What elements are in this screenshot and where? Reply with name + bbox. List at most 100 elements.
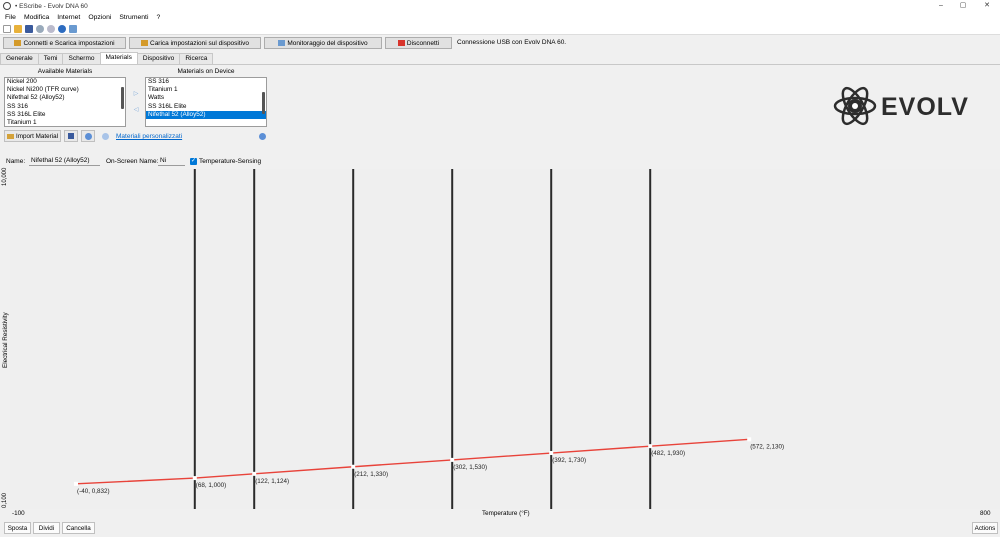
- import-material-button[interactable]: Import Material: [4, 130, 61, 142]
- list-item[interactable]: SS 316: [146, 78, 266, 86]
- app-icon: [3, 2, 11, 10]
- copy-material-button[interactable]: [98, 130, 112, 142]
- connect-icon: [14, 40, 22, 46]
- available-materials-list[interactable]: Nickel 200 Nickel Ni200 (TFR curve) Nife…: [4, 77, 126, 127]
- data-label: (68, 1,000): [196, 482, 226, 489]
- save-icon[interactable]: [25, 24, 33, 33]
- list-item[interactable]: SS 316L Elite: [5, 111, 125, 119]
- connection-status: Connessione USB con Evolv DNA 60.: [457, 39, 567, 46]
- y-axis-title: Electrical Resistivity: [2, 312, 9, 368]
- evolv-logo: EVOLV: [833, 86, 969, 126]
- folder-icon: [7, 133, 14, 139]
- disconnect-label: Disconnetti: [406, 39, 440, 47]
- menu-opzioni[interactable]: Opzioni: [88, 14, 111, 21]
- device-materials-title: Materials on Device: [177, 68, 235, 75]
- data-label: (122, 1,124): [255, 478, 289, 485]
- help-button[interactable]: [256, 130, 268, 142]
- device-monitor-button[interactable]: Monitoraggio del dispositivo: [264, 37, 382, 49]
- actions-button[interactable]: Actions: [972, 522, 998, 534]
- tab-bar: Generale Temi Schermo Materials Disposit…: [0, 52, 214, 64]
- data-label: (-40, 0,832): [77, 488, 110, 495]
- monitor-icon: [278, 40, 286, 46]
- delete-button[interactable]: Cancella: [62, 522, 95, 534]
- menu-internet[interactable]: Internet: [57, 14, 80, 21]
- data-point: [252, 471, 257, 476]
- import-material-label: Import Material: [16, 132, 58, 140]
- copy-icon: [101, 132, 109, 140]
- temperature-sensing-checkbox[interactable]: ✓: [190, 158, 197, 165]
- menu-bar: File Modifica Internet Opzioni Strumenti…: [0, 12, 1000, 23]
- split-button[interactable]: Dividi: [33, 522, 60, 534]
- list-item[interactable]: SS 316L Elite: [146, 103, 266, 111]
- toolbar: [0, 23, 1000, 35]
- remove-material-arrow[interactable]: ◁: [131, 106, 141, 115]
- redo-icon[interactable]: [47, 24, 55, 33]
- resistivity-chart[interactable]: (-40, 0,832) (68, 1,000) (122, 1,124) (212,…: [10, 169, 1000, 509]
- title-bar: • EScribe - Evolv DNA 60 – ▢ ✕: [0, 0, 1000, 12]
- add-material-arrow[interactable]: ▷: [131, 90, 141, 99]
- delete-material-button[interactable]: [81, 130, 95, 142]
- data-label: (482, 1,930): [651, 450, 685, 457]
- name-field[interactable]: Nifethal 52 (Alloy52): [29, 156, 100, 166]
- list-item[interactable]: Nickel 200: [5, 78, 125, 86]
- list-item[interactable]: Titanium 1: [5, 119, 125, 126]
- close-button[interactable]: ✕: [976, 0, 998, 12]
- tab-generale[interactable]: Generale: [0, 53, 39, 64]
- data-point: [450, 457, 455, 462]
- x-axis-title: Temperature (°F): [482, 510, 530, 517]
- minimize-button[interactable]: –: [930, 0, 952, 12]
- menu-modifica[interactable]: Modifica: [24, 14, 49, 21]
- move-button[interactable]: Sposta: [4, 522, 31, 534]
- connect-download-label: Connetti e Scarica impostazioni: [23, 39, 115, 47]
- save-material-button[interactable]: [64, 130, 78, 142]
- data-point: [351, 464, 356, 469]
- logo-text: EVOLV: [881, 93, 969, 121]
- disconnect-icon: [397, 40, 405, 46]
- data-label: (212, 1,330): [354, 471, 388, 478]
- connect-download-button[interactable]: Connetti e Scarica impostazioni: [3, 37, 126, 49]
- disconnect-button[interactable]: Disconnetti: [385, 37, 452, 49]
- delete-icon: [84, 132, 92, 140]
- name-label: Name:: [6, 158, 26, 165]
- help-icon: [258, 132, 266, 140]
- bottom-bar: Sposta Dividi Cancella Actions: [0, 520, 1000, 537]
- tab-ricerca[interactable]: Ricerca: [179, 53, 214, 64]
- device-icon[interactable]: [69, 24, 77, 33]
- scrollbar[interactable]: [262, 92, 265, 114]
- upload-icon: [141, 40, 148, 46]
- onscreen-name-field[interactable]: Ni: [158, 156, 185, 166]
- globe-icon[interactable]: [58, 24, 66, 33]
- custom-materials-link[interactable]: Materiali personalizzati: [116, 133, 182, 140]
- tab-dispositivo[interactable]: Dispositivo: [136, 53, 181, 64]
- tab-schermo[interactable]: Schermo: [62, 53, 101, 64]
- onscreen-name-label: On-Screen Name:: [106, 158, 159, 165]
- device-materials-list[interactable]: SS 316 Titanium 1 Watts SS 316L Elite Ni…: [145, 77, 267, 127]
- list-item[interactable]: Titanium 1: [146, 86, 266, 94]
- data-label: (392, 1,730): [552, 457, 586, 464]
- maximize-button[interactable]: ▢: [952, 0, 974, 12]
- data-point: [747, 437, 752, 442]
- chart-background: [10, 169, 1000, 509]
- scrollbar[interactable]: [121, 87, 124, 109]
- upload-settings-button[interactable]: Carica impostazioni sul dispositivo: [129, 37, 261, 49]
- data-label: (572, 2,130): [750, 443, 784, 450]
- list-item[interactable]: SS 316: [5, 103, 125, 111]
- list-item[interactable]: Watts: [146, 94, 266, 102]
- list-item[interactable]: Nickel Ni200 (TFR curve): [5, 86, 125, 94]
- data-point: [74, 481, 78, 486]
- list-item-selected[interactable]: Nifethal 52 (Alloy52): [146, 110, 266, 119]
- save-icon: [68, 133, 74, 139]
- list-item[interactable]: Nifethal 52 (Alloy52): [5, 94, 125, 102]
- tab-materials[interactable]: Materials: [99, 52, 138, 64]
- new-file-icon[interactable]: [3, 24, 11, 33]
- y-min-label: 0,100: [2, 492, 8, 508]
- menu-file[interactable]: File: [5, 14, 16, 21]
- undo-icon[interactable]: [36, 24, 44, 33]
- open-folder-icon[interactable]: [14, 24, 22, 33]
- tab-temi[interactable]: Temi: [37, 53, 64, 64]
- upload-settings-label: Carica impostazioni sul dispositivo: [150, 39, 249, 47]
- menu-help[interactable]: ?: [156, 14, 160, 21]
- menu-strumenti[interactable]: Strumenti: [119, 14, 148, 21]
- x-max-label: 800: [980, 510, 991, 517]
- data-point: [192, 476, 197, 481]
